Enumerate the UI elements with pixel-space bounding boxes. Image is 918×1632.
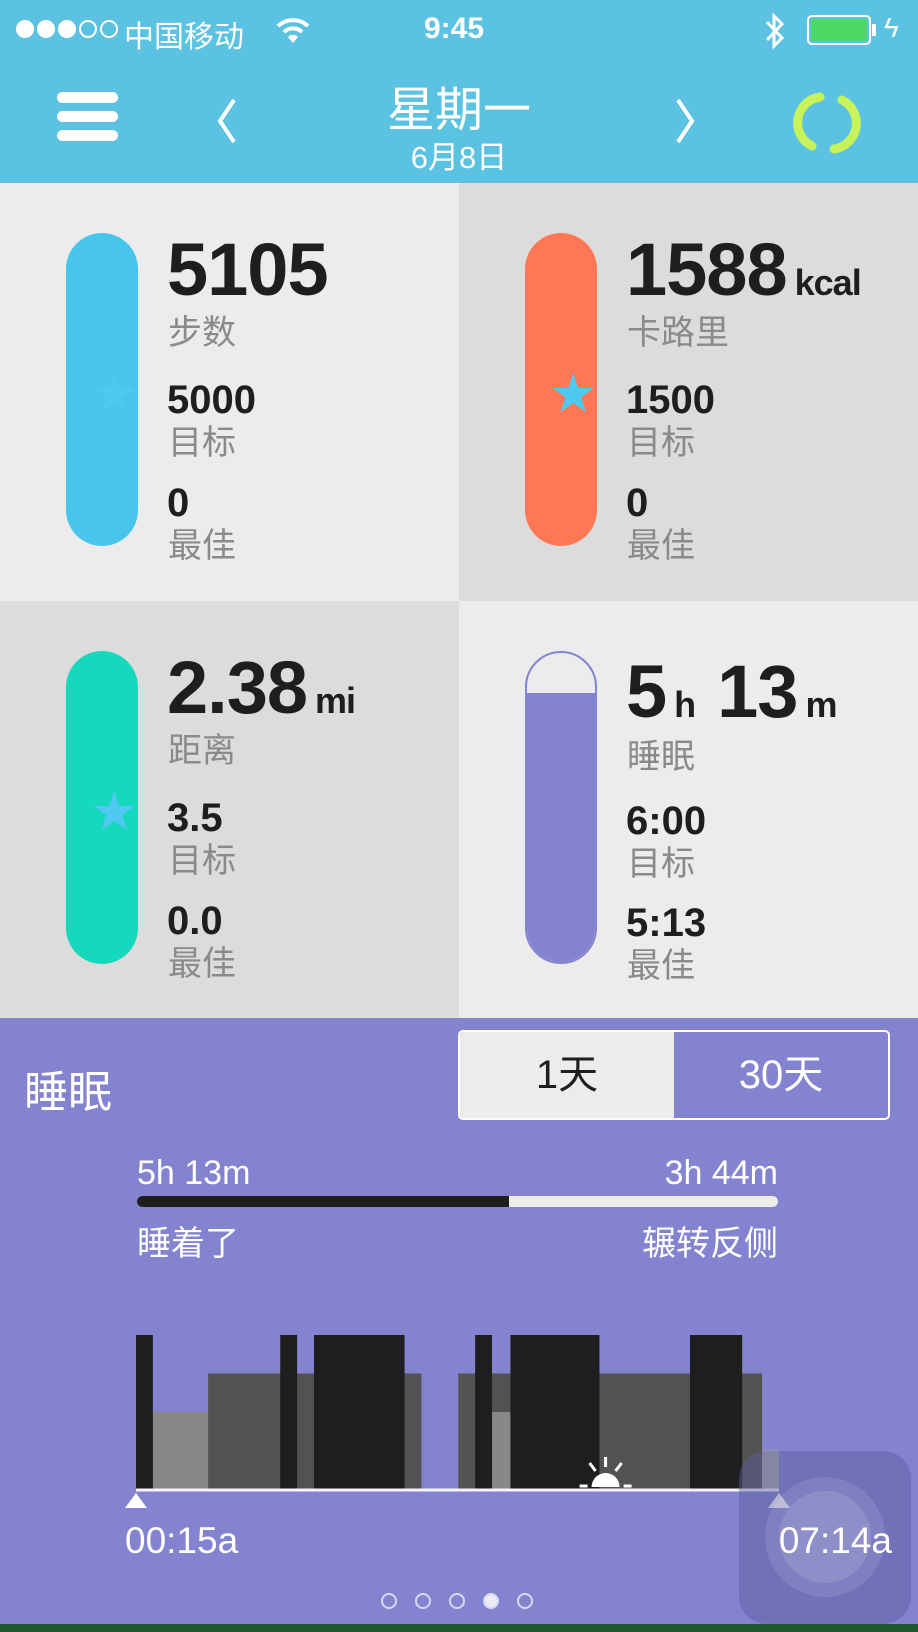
sleep-bar-level-4	[510, 1335, 600, 1489]
menu-button[interactable]	[57, 92, 118, 142]
best-label: 最佳	[627, 947, 695, 985]
header: 星期一 6月8日	[0, 62, 918, 183]
steps-label: 步数	[168, 314, 236, 352]
distance-value: 2.38	[167, 646, 308, 729]
page-title: 星期一	[386, 84, 531, 137]
battery-icon	[807, 15, 871, 45]
wifi-icon	[276, 18, 310, 43]
sleep-panel: 睡眠 1天 30天 5h 13m 3h 44m 睡着了 辗转反侧 00:15a …	[0, 1018, 918, 1624]
sleep-ratio-bar	[137, 1196, 778, 1207]
start-marker-icon	[125, 1493, 147, 1508]
goal-label: 目标	[168, 424, 236, 462]
sync-button[interactable]	[792, 88, 862, 158]
restless-label: 辗转反侧	[642, 1225, 778, 1263]
sleep-bar-level-2	[492, 1412, 511, 1489]
sleep-bar-level-2	[152, 1412, 209, 1489]
best-label: 最佳	[627, 527, 695, 565]
signal-dot	[16, 20, 34, 38]
goal-label: 目标	[627, 845, 695, 883]
distance-unit: mi	[315, 680, 356, 721]
restless-duration: 3h 44m	[664, 1154, 778, 1192]
page-dot[interactable]	[415, 1593, 431, 1609]
page-dot[interactable]	[517, 1593, 533, 1609]
steps-card[interactable]: ★ 5105 步数 5000 目标 0 最佳	[0, 183, 459, 601]
progress-fill	[527, 693, 595, 962]
next-day-button[interactable]	[670, 96, 700, 146]
page-dot[interactable]	[449, 1593, 465, 1609]
clock: 9:45	[424, 12, 485, 45]
steps-value: 5105	[167, 228, 329, 311]
signal-icon	[16, 20, 118, 38]
sleep-hours: 5	[626, 650, 667, 733]
minutes-unit: m	[805, 684, 837, 725]
page-indicator[interactable]	[381, 1593, 533, 1609]
bluetooth-icon	[765, 12, 785, 50]
page-dot[interactable]	[483, 1593, 499, 1609]
steps-progress-bar: ★	[66, 233, 138, 546]
calories-unit: kcal	[794, 262, 862, 303]
end-time: 07:14a	[778, 1520, 892, 1561]
toggle-1-day[interactable]: 1天	[460, 1032, 674, 1118]
charging-icon: ϟ	[884, 12, 899, 43]
distance-card[interactable]: ★ 2.38 mi 距离 3.5 目标 0.0 最佳	[0, 601, 459, 1019]
sleep-value-row: 5 h 13 m	[626, 649, 837, 734]
distance-progress-bar: ★	[66, 651, 138, 964]
sleep-bar-level-4	[689, 1335, 743, 1489]
carrier: 中国移动	[124, 21, 244, 54]
calories-value: 1588	[626, 228, 788, 311]
sleep-bar-level-4	[280, 1335, 298, 1489]
start-time: 00:15a	[125, 1520, 239, 1561]
range-toggle: 1天 30天	[458, 1030, 890, 1120]
signal-dot	[79, 20, 97, 38]
calories-card[interactable]: ★ 1588 kcal 卡路里 1500 目标 0 最佳	[459, 183, 918, 601]
best-label: 最佳	[168, 527, 236, 565]
goal-label: 目标	[627, 424, 695, 462]
sleep-bar-level-4	[136, 1335, 153, 1489]
sleep-panel-title: 睡眠	[24, 1068, 112, 1117]
signal-dot	[100, 20, 118, 38]
sleep-label: 睡眠	[627, 738, 695, 776]
prev-day-button[interactable]	[212, 96, 242, 146]
calories-value-row: 1588 kcal	[626, 227, 862, 312]
signal-dot	[58, 20, 76, 38]
sleep-minutes: 13	[717, 650, 798, 733]
asleep-label: 睡着了	[137, 1225, 239, 1263]
calories-progress-bar: ★	[525, 233, 597, 546]
toggle-30-days[interactable]: 30天	[674, 1032, 888, 1118]
status-bar: 中国移动 9:45 ϟ	[0, 0, 918, 62]
sleep-progress-bar	[525, 651, 597, 964]
sleep-bar-level-4	[475, 1335, 493, 1489]
best-label: 最佳	[168, 945, 236, 983]
date-subtitle: 6月8日	[410, 140, 508, 175]
distance-value-row: 2.38 mi	[167, 645, 356, 730]
sleep-card[interactable]: 5 h 13 m 睡眠 6:00 目标 5:13 最佳	[459, 601, 918, 1019]
distance-label: 距离	[168, 732, 236, 770]
page-dot[interactable]	[381, 1593, 397, 1609]
signal-dot	[37, 20, 55, 38]
goal-label: 目标	[168, 842, 236, 880]
asleep-duration: 5h 13m	[137, 1154, 251, 1192]
star-icon: ★	[549, 364, 597, 424]
star-icon: ★	[90, 364, 138, 424]
hours-unit: h	[674, 684, 696, 725]
calories-label: 卡路里	[627, 314, 729, 352]
sleep-bar-level-4	[314, 1335, 405, 1489]
star-icon: ★	[90, 782, 138, 842]
